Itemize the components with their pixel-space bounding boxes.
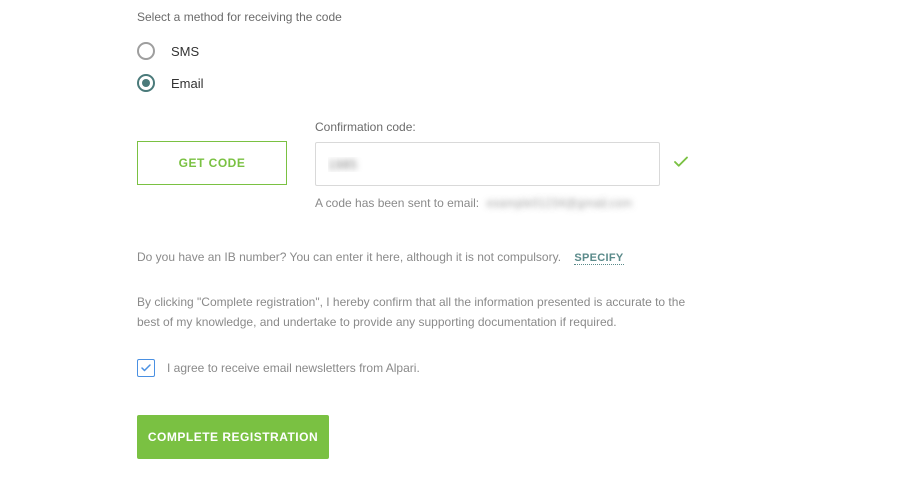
radio-option-sms[interactable]: SMS bbox=[137, 42, 720, 60]
method-section-label: Select a method for receiving the code bbox=[137, 10, 720, 24]
checkbox-icon bbox=[137, 359, 155, 377]
disclaimer-text: By clicking "Complete registration", I h… bbox=[137, 292, 697, 333]
ib-number-row: Do you have an IB number? You can enter … bbox=[137, 250, 720, 264]
radio-icon-selected bbox=[137, 74, 155, 92]
checkmark-icon bbox=[672, 153, 690, 176]
radio-label-email: Email bbox=[171, 76, 204, 91]
confirmation-code-input[interactable] bbox=[315, 142, 660, 186]
code-sent-prefix: A code has been sent to email: bbox=[315, 196, 479, 210]
radio-label-sms: SMS bbox=[171, 44, 199, 59]
confirmation-code-label: Confirmation code: bbox=[315, 120, 720, 134]
get-code-button[interactable]: GET CODE bbox=[137, 141, 287, 185]
specify-link[interactable]: SPECIFY bbox=[574, 252, 623, 265]
code-sent-text: A code has been sent to email: example01… bbox=[315, 196, 720, 210]
radio-option-email[interactable]: Email bbox=[137, 74, 720, 92]
complete-registration-button[interactable]: COMPLETE REGISTRATION bbox=[137, 415, 329, 459]
radio-icon bbox=[137, 42, 155, 60]
newsletter-label: I agree to receive email newsletters fro… bbox=[167, 361, 420, 375]
code-sent-email: example01234@gmail.com bbox=[486, 196, 632, 210]
ib-number-text: Do you have an IB number? You can enter … bbox=[137, 250, 561, 264]
newsletter-checkbox-row[interactable]: I agree to receive email newsletters fro… bbox=[137, 359, 720, 377]
